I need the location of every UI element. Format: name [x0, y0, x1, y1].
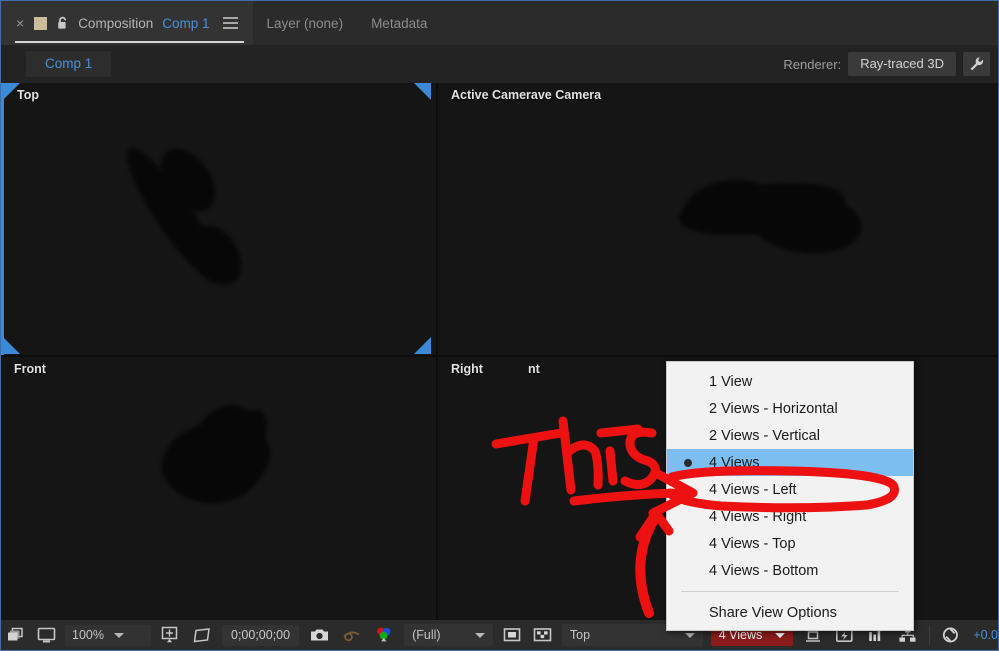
viewport-label-right: Right: [451, 362, 483, 376]
menu-item-4-views-right[interactable]: 4 Views - Right: [667, 503, 913, 530]
panel-tab-bar: × Composition Comp 1 Layer (none) Metada…: [1, 1, 998, 45]
menu-item-share-view-options[interactable]: Share View Options: [667, 599, 913, 626]
viewport-label-top: Top: [17, 88, 39, 102]
tab-layer[interactable]: Layer (none): [253, 1, 358, 45]
always-preview-this-view-icon[interactable]: [1, 620, 31, 650]
viewport-active-camera[interactable]: Active Camerave Camera: [438, 83, 998, 355]
menu-item-4-views-left[interactable]: 4 Views - Left: [667, 476, 913, 503]
wrench-icon[interactable]: [963, 52, 990, 76]
composition-sub-tab-bar: Comp 1 Renderer: Ray-traced 3D: [1, 45, 998, 83]
region-of-interest-box-icon[interactable]: [497, 620, 527, 650]
toolbar-divider: [929, 625, 931, 645]
chevron-down-icon: [113, 632, 124, 638]
current-timecode[interactable]: 0;00;00;00: [222, 624, 300, 646]
zoom-level-value: 100%: [72, 628, 104, 642]
viewport-corner-bottom-right: [414, 337, 431, 354]
viewport-divider-horizontal[interactable]: [1, 355, 998, 357]
menu-item-2-views-vertical[interactable]: 2 Views - Vertical: [667, 422, 913, 449]
menu-item-label: 2 Views - Vertical: [709, 427, 820, 444]
transparency-grid-icon[interactable]: [527, 620, 558, 650]
zoom-level-select[interactable]: 100%: [65, 624, 151, 646]
exposure-value[interactable]: +0.0: [973, 628, 998, 642]
comp-tab-comp-1[interactable]: Comp 1: [26, 51, 112, 77]
viewport-corner-top-left: [3, 83, 20, 100]
selected-bullet-icon: [684, 458, 692, 467]
renderer-label: Renderer:: [783, 56, 842, 72]
menu-item-label: Share View Options: [709, 604, 837, 621]
renderer-value[interactable]: Ray-traced 3D: [848, 52, 956, 76]
active-tab-underline: [15, 41, 244, 43]
menu-item-2-views-horizontal[interactable]: 2 Views - Horizontal: [667, 395, 913, 422]
menu-item-label: 4 Views - Top: [709, 535, 796, 552]
composition-swatch-icon: [34, 16, 48, 30]
viewport-label-right-ghost: nt: [528, 362, 540, 376]
camera-view-value: Top: [569, 628, 591, 642]
menu-divider: [681, 591, 899, 592]
show-channel-icon[interactable]: [368, 620, 400, 650]
panel-menu-icon[interactable]: [222, 15, 239, 31]
show-snapshot-icon[interactable]: [336, 620, 368, 650]
menu-item-label: 4 Views: [709, 454, 760, 471]
viewport-label-active-camera: Active Camerave Camera: [451, 88, 602, 102]
tab-label-composition: Composition: [78, 15, 154, 31]
chevron-down-icon: [474, 632, 485, 638]
chevron-down-icon: [684, 632, 695, 638]
tab-label-comp-name: Comp 1: [162, 15, 210, 31]
menu-item-label: 1 View: [709, 373, 753, 390]
tab-composition-comp-1[interactable]: × Composition Comp 1: [1, 1, 253, 45]
tab-metadata[interactable]: Metadata: [357, 1, 441, 45]
menu-item-1-view[interactable]: 1 View: [667, 368, 913, 395]
viewport-corner-top-right: [414, 83, 431, 100]
viewport-top[interactable]: Top: [1, 83, 436, 355]
viewport-corner-bottom-left: [3, 337, 20, 354]
menu-item-label: 4 Views - Left: [709, 481, 797, 498]
close-icon[interactable]: ×: [15, 16, 25, 30]
renderer-controls: Renderer: Ray-traced 3D: [783, 45, 990, 83]
menu-item-4-views-top[interactable]: 4 Views - Top: [667, 530, 913, 557]
after-effects-composition-panel: × Composition Comp 1 Layer (none) Metada…: [0, 0, 999, 651]
viewport-label-front: Front: [14, 362, 46, 376]
menu-item-label: 4 Views - Right: [709, 508, 807, 525]
region-of-interest-icon[interactable]: [186, 620, 218, 650]
lock-icon[interactable]: [56, 16, 69, 31]
camera-snapshot-icon[interactable]: [303, 620, 336, 650]
menu-item-label: 2 Views - Horizontal: [709, 400, 838, 417]
resolution-value: (Full): [412, 628, 441, 642]
viewport-divider-vertical[interactable]: [436, 83, 438, 620]
viewport-front[interactable]: Front: [1, 357, 436, 620]
main-view-monitor-icon[interactable]: [31, 620, 62, 650]
menu-item-4-views[interactable]: 4 Views: [667, 449, 913, 476]
reset-exposure-icon[interactable]: [935, 620, 966, 650]
active-viewport-indicator: [1, 83, 4, 355]
menu-item-4-views-bottom[interactable]: 4 Views - Bottom: [667, 557, 913, 584]
chevron-down-icon: [775, 632, 786, 638]
grid-guides-icon[interactable]: [154, 620, 186, 650]
resolution-select[interactable]: (Full): [404, 624, 493, 646]
menu-item-label: 4 Views - Bottom: [709, 562, 819, 579]
views-dropdown-menu: 1 View 2 Views - Horizontal 2 Views - Ve…: [666, 361, 914, 631]
